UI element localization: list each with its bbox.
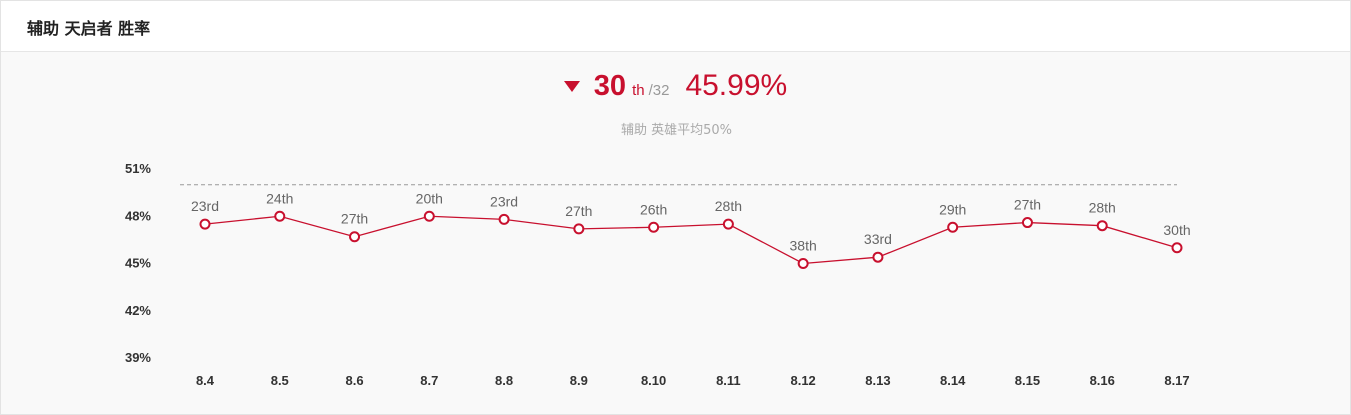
- data-point: [872, 251, 884, 263]
- x-tick-label: 8.7: [420, 373, 438, 388]
- data-point-rank-label: 28th: [715, 198, 742, 214]
- data-point-rank-label: 38th: [790, 238, 817, 254]
- y-tick-label: 51%: [125, 161, 151, 176]
- y-tick-label: 42%: [125, 303, 151, 318]
- x-tick-label: 8.16: [1090, 373, 1115, 388]
- data-point: [1096, 220, 1108, 232]
- data-point: [199, 218, 211, 230]
- x-tick-label: 8.17: [1164, 373, 1189, 388]
- data-point-rank-label: 26th: [640, 201, 667, 217]
- data-point-rank-label: 29th: [939, 201, 966, 217]
- x-tick-label: 8.4: [196, 373, 215, 388]
- x-tick-label: 8.15: [1015, 373, 1040, 388]
- data-point: [1021, 217, 1033, 229]
- x-tick-label: 8.10: [641, 373, 666, 388]
- data-point: [498, 213, 510, 225]
- x-tick-label: 8.14: [940, 373, 966, 388]
- data-point-rank-label: 24th: [266, 190, 293, 206]
- data-point-rank-label: 27th: [1014, 197, 1041, 213]
- point-labels-layer: 23rd 24th 27th 20th 23rd 27th 26th 28th 38th 33rd…: [191, 190, 1191, 253]
- data-point: [648, 221, 660, 233]
- data-point: [274, 210, 286, 222]
- x-tick-label: 8.5: [271, 373, 289, 388]
- data-point-rank-label: 23rd: [191, 198, 219, 214]
- data-point: [722, 218, 734, 230]
- data-point-rank-label: 30th: [1163, 222, 1190, 238]
- y-tick-label: 45%: [125, 256, 151, 271]
- data-point: [423, 210, 435, 222]
- data-point-rank-label: 33rd: [864, 231, 892, 247]
- x-tick-label: 8.8: [495, 373, 513, 388]
- x-tick-label: 8.13: [865, 373, 890, 388]
- data-point: [947, 221, 959, 233]
- y-tick-label: 39%: [125, 350, 151, 365]
- data-point: [573, 223, 585, 235]
- data-point-rank-label: 28th: [1089, 200, 1116, 216]
- x-tick-label: 8.9: [570, 373, 588, 388]
- data-point-rank-label: 23rd: [490, 193, 518, 209]
- y-axis: 51% 48% 45% 42% 39%: [125, 161, 151, 365]
- x-axis: 8.4 8.5 8.6 8.7 8.8 8.9 8.10 8.11 8.12 8.13 8.14 8.…: [196, 373, 1190, 388]
- data-point: [797, 258, 809, 269]
- x-tick-label: 8.12: [790, 373, 815, 388]
- data-point: [349, 231, 361, 243]
- data-point-rank-label: 27th: [565, 203, 592, 219]
- data-point-rank-label: 27th: [341, 211, 368, 227]
- data-point: [1171, 242, 1183, 254]
- data-point-rank-label: 20th: [416, 190, 443, 206]
- x-tick-label: 8.6: [345, 373, 363, 388]
- y-tick-label: 48%: [125, 208, 151, 223]
- win-rate-line-chart: 51%48%45%42%39% 8.4 8.5 8.6 8.7 8.8 8.9 8.10 8.…: [125, 161, 1191, 388]
- x-tick-label: 8.11: [716, 373, 741, 388]
